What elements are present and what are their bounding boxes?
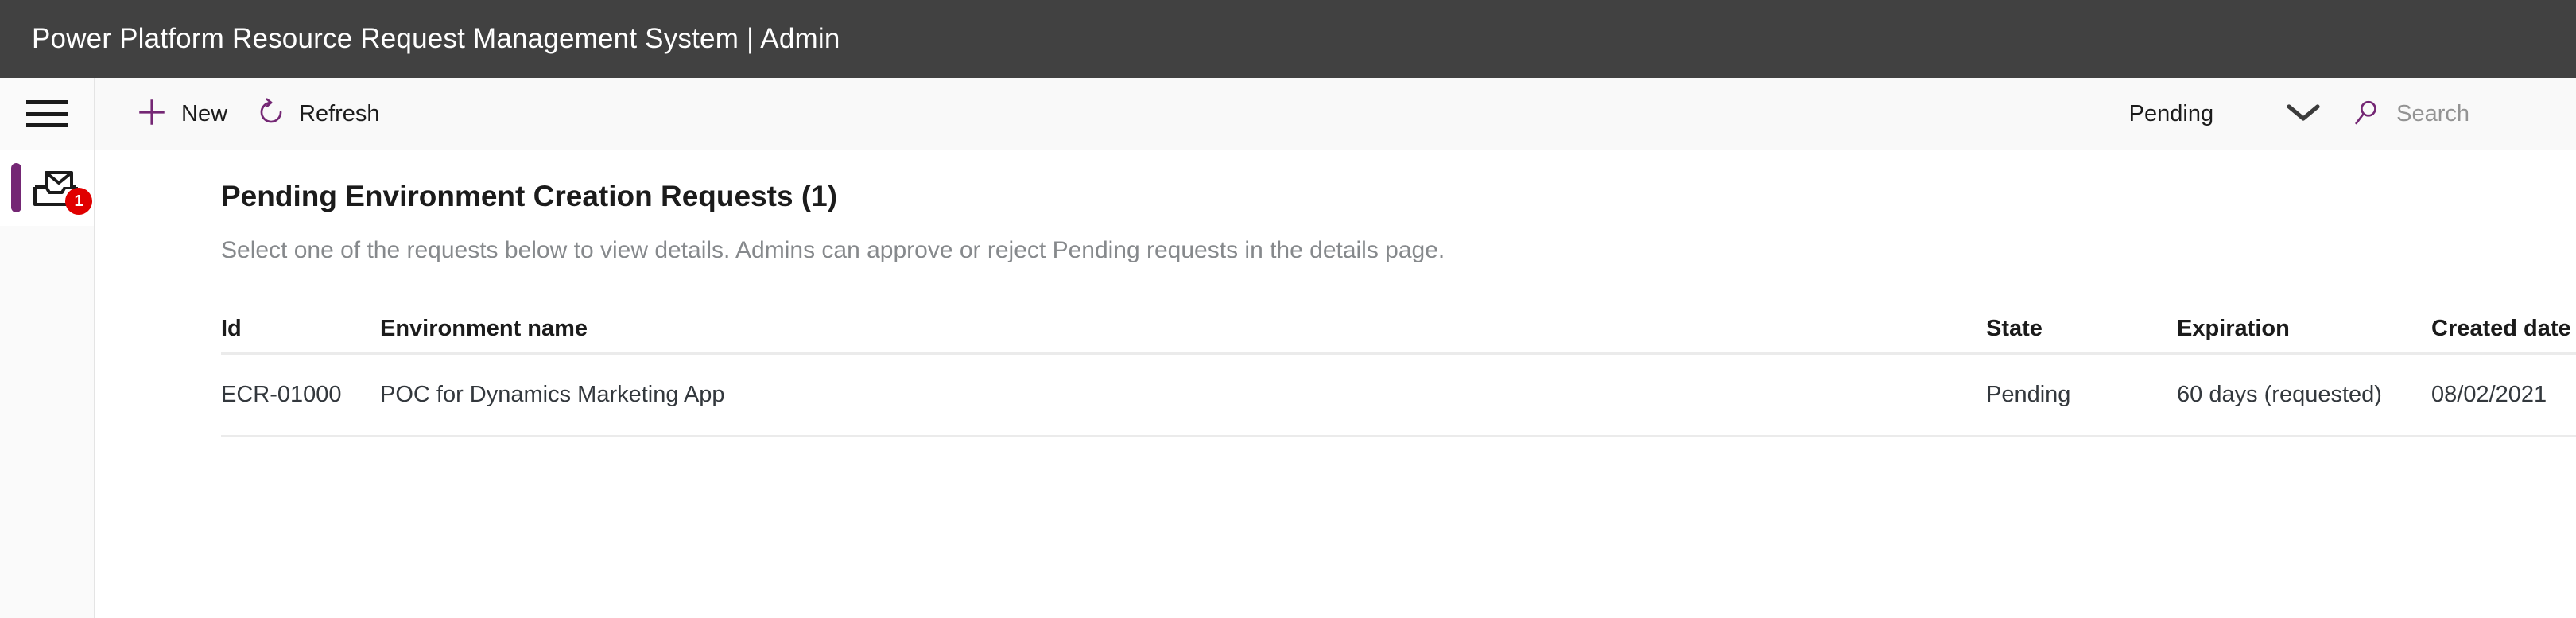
unread-count-badge: 1: [65, 188, 92, 215]
left-navigation-rail: 1: [0, 78, 95, 618]
new-button-label: New: [181, 100, 228, 126]
chevron-down-icon: [2284, 100, 2322, 128]
page-title: Pending Environment Creation Requests (1…: [221, 180, 838, 212]
app-title: Power Platform Resource Request Manageme…: [32, 23, 840, 54]
refresh-circular-arrow-icon: [256, 97, 286, 131]
state-filter-dropdown-button[interactable]: [2260, 100, 2347, 128]
column-header-created-date[interactable]: Created date: [2431, 316, 2576, 342]
column-header-state[interactable]: State: [1986, 316, 2177, 342]
search-placeholder-text: Search: [2396, 100, 2469, 126]
main-region: New Refresh Pending Search Pending Envir…: [95, 78, 2576, 618]
cell-id: ECR-01000: [221, 382, 342, 407]
rail-empty-space: [0, 226, 94, 618]
column-header-id[interactable]: Id: [221, 316, 380, 342]
hamburger-menu-button[interactable]: [0, 78, 94, 150]
selected-indicator-bar: [11, 163, 21, 212]
app-body: 1 New Refresh Pending Search Pending Env…: [0, 78, 2576, 618]
sidebar-item-requests[interactable]: 1: [0, 150, 94, 226]
page-description: Select one of the requests below to view…: [221, 237, 1445, 263]
app-window: Power Platform Resource Request Manageme…: [0, 0, 2576, 618]
cell-created-date: 08/02/2021: [2431, 382, 2547, 407]
title-bar: Power Platform Resource Request Manageme…: [0, 0, 2576, 78]
search-magnifier-icon: [2352, 97, 2382, 131]
refresh-button-label: Refresh: [299, 100, 380, 126]
new-button[interactable]: New: [124, 87, 245, 141]
requests-table: Id Environment name State Expiration Cre…: [221, 305, 2576, 437]
state-filter-value: Pending: [2128, 100, 2214, 126]
table-header-row: Id Environment name State Expiration Cre…: [221, 305, 2576, 355]
content-area: Pending Environment Creation Requests (1…: [95, 150, 2576, 618]
search-input[interactable]: Search: [2352, 97, 2549, 131]
cell-expiration: 60 days (requested): [2177, 382, 2382, 407]
plus-icon: [135, 95, 169, 133]
hamburger-menu-icon: [26, 100, 68, 127]
column-header-environment[interactable]: Environment name: [380, 316, 1986, 342]
column-header-expiration[interactable]: Expiration: [2177, 316, 2431, 342]
refresh-button[interactable]: Refresh: [245, 89, 398, 139]
inbox-tray-icon: 1: [30, 165, 92, 215]
cell-state: Pending: [1986, 382, 2071, 407]
state-filter[interactable]: Pending: [2129, 100, 2347, 128]
table-row[interactable]: ECR-01000 POC for Dynamics Marketing App…: [221, 355, 2576, 437]
command-bar: New Refresh Pending Search: [95, 78, 2576, 150]
cell-environment: POC for Dynamics Marketing App: [380, 382, 725, 407]
